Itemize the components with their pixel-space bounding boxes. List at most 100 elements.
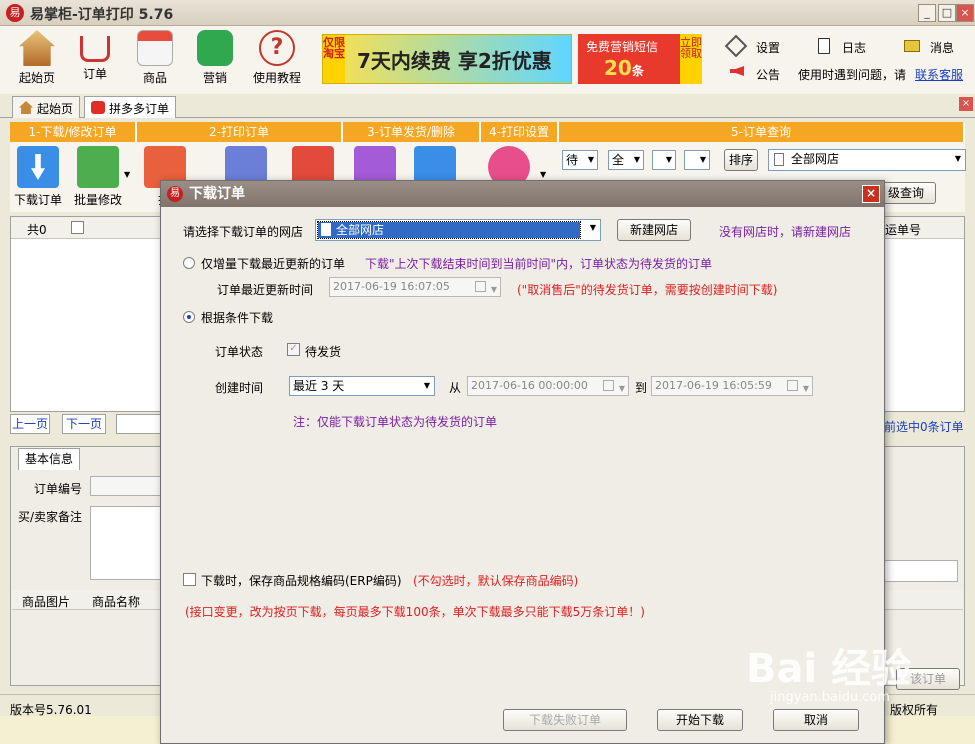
group-print: 2-打印订单 [137, 122, 343, 142]
cancel-button[interactable]: 取消 [773, 709, 859, 731]
select-all-checkbox[interactable] [71, 221, 84, 234]
start-download-button[interactable]: 开始下载 [657, 709, 743, 731]
help-text: 使用时遇到问题，请 [798, 68, 907, 82]
incremental-download-radio[interactable] [183, 257, 195, 269]
log-link[interactable]: 日志 [842, 39, 866, 56]
filter-select-2[interactable]: ▼ [652, 150, 676, 170]
pending-ship-label: 待发货 [305, 345, 342, 359]
status-note: 注：仅能下载订单状态为待发货的订单 [293, 415, 498, 429]
shop-select[interactable]: 全部网店 ▼ [768, 149, 966, 171]
col-product-image: 商品图片 [22, 595, 71, 609]
tab-pdd-orders[interactable]: 拼多多订单 [84, 96, 177, 118]
col-product-name: 商品名称 [92, 595, 141, 609]
from-label: 从 [449, 381, 462, 395]
tab-pdd-label: 拼多多订单 [109, 102, 170, 116]
dialog-app-icon: 易 [167, 186, 183, 202]
next-page-button[interactable]: 下一页 [62, 414, 106, 434]
orders-label: 订单 [82, 67, 107, 81]
incremental-download-label: 仅增量下载最近更新的订单 [201, 257, 346, 271]
sms-claim-label: 立即领取 [680, 34, 702, 84]
pending-ship-checkbox[interactable]: ✓ [287, 343, 300, 356]
to-date-value: 2017-06-19 16:05:59 [655, 379, 772, 392]
prev-page-button[interactable]: 上一页 [10, 414, 50, 434]
shop-dropdown-icon: ▼ [589, 223, 596, 232]
advanced-query-button[interactable]: 级查询 [876, 182, 936, 204]
page-input[interactable] [116, 414, 162, 434]
download-orders-button[interactable]: 下载订单 [10, 146, 66, 208]
filter-select[interactable]: 全 ▼ [608, 150, 644, 170]
dialog-shop-doc-icon [321, 223, 331, 236]
download-icon [17, 146, 59, 188]
download-failed-orders-button[interactable]: 下载失败订单 [503, 709, 627, 731]
close-button[interactable]: × [956, 4, 974, 22]
total-count: 共0 [27, 223, 47, 237]
created-range-value: 最近 3 天 [293, 379, 345, 393]
title-bar: 易 易掌柜-订单打印 5.76 _ □ × [0, 0, 975, 26]
batch-edit-button[interactable]: 批量修改 [70, 146, 126, 208]
batch-edit-dropdown-icon[interactable]: ▼ [124, 170, 130, 179]
order-no-field[interactable] [90, 476, 162, 496]
group-print-settings: 4-打印设置 [481, 122, 559, 142]
sms-banner-title: 免费营销短信 [586, 40, 659, 54]
notice-link[interactable]: 公告 [756, 66, 780, 83]
remark-label: 买/卖家备注 [18, 510, 83, 524]
help-icon: ? [259, 30, 295, 66]
to-label: 到 [635, 381, 648, 395]
save-sku-checkbox[interactable] [183, 573, 196, 586]
tutorial-button[interactable]: ? 使用教程 [248, 30, 306, 86]
pencil-icon [77, 146, 119, 188]
settings-link[interactable]: 设置 [756, 39, 780, 56]
sort-button[interactable]: 排序 [724, 149, 758, 171]
right-field[interactable] [884, 560, 958, 582]
renewal-banner[interactable]: 仅限淘宝 7天内续费 享2折优惠 [322, 34, 572, 84]
message-icon [904, 40, 920, 52]
batch-edit-label: 批量修改 [73, 193, 122, 207]
marketing-button[interactable]: 营销 [188, 30, 242, 86]
contact-support-link[interactable]: 联系客服 [915, 66, 963, 83]
dialog-shop-select[interactable]: 全部网店 ▼ [315, 219, 601, 241]
tab-basic-info[interactable]: 基本信息 [18, 448, 80, 470]
pdd-icon [91, 101, 105, 114]
dialog-close-button[interactable]: × [862, 185, 880, 203]
from-date-value: 2017-06-16 00:00:00 [471, 379, 588, 392]
remark-field[interactable] [90, 506, 162, 580]
new-shop-button[interactable]: 新建网店 [617, 219, 691, 241]
products-button[interactable]: 商品 [128, 30, 182, 86]
baidu-watermark: Bai 经验 [746, 646, 912, 692]
status-select[interactable]: 待 ▼ [562, 150, 598, 170]
cart-icon [80, 36, 110, 62]
settings-dropdown-icon[interactable]: ▼ [540, 170, 546, 179]
marketing-label: 营销 [202, 71, 227, 85]
chat-icon [197, 30, 233, 66]
from-date-field[interactable]: 2017-06-16 00:00:00 ▼ [467, 376, 629, 396]
recent-update-field[interactable]: 2017-06-19 16:07:05 ▼ [329, 277, 501, 297]
tab-home[interactable]: 起始页 [12, 96, 81, 118]
recent-update-label: 订单最近更新时间 [217, 283, 314, 297]
group-ship: 3-订单发货/删除 [343, 122, 481, 142]
maximize-button[interactable]: □ [938, 4, 956, 22]
order-status-label: 订单状态 [215, 345, 264, 359]
to-date-field[interactable]: 2017-06-19 16:05:59 ▼ [651, 376, 813, 396]
api-change-note: (接口变更，改为按页下载，每页最多下载100条，单次下载最多只能下载5万条订单！… [185, 605, 645, 619]
recent-update-hint: ("取消售后"的待发货订单，需要按创建时间下载) [517, 283, 778, 297]
message-link[interactable]: 消息 [930, 39, 954, 56]
incremental-hint: 下载"上次下载结束时间到当前时间"内，订单状态为待发货的订单 [365, 257, 713, 271]
calendar-icon [475, 281, 486, 292]
filter-select-3[interactable]: ▼ [684, 150, 710, 170]
condition-download-radio[interactable] [183, 311, 195, 323]
col-waybill: 运单号 [885, 223, 922, 237]
home-icon [19, 30, 55, 66]
window-title: 易掌柜-订单打印 5.76 [30, 7, 174, 23]
home-button[interactable]: 起始页 [10, 30, 64, 86]
shop-doc-icon [774, 153, 784, 166]
minimize-button[interactable]: _ [918, 4, 936, 22]
tab-home-label: 起始页 [37, 102, 74, 116]
status-select-value: 待 [566, 153, 579, 167]
close-tab-icon[interactable]: × [959, 97, 973, 111]
created-range-select[interactable]: 最近 3 天 ▼ [289, 376, 435, 396]
sms-unit: 条 [631, 64, 644, 78]
orders-button[interactable]: 订单 [68, 30, 122, 82]
tutorial-label: 使用教程 [252, 71, 301, 85]
from-calendar-icon [603, 380, 614, 391]
sms-banner[interactable]: 免费营销短信 20条 立即领取 [578, 34, 702, 84]
